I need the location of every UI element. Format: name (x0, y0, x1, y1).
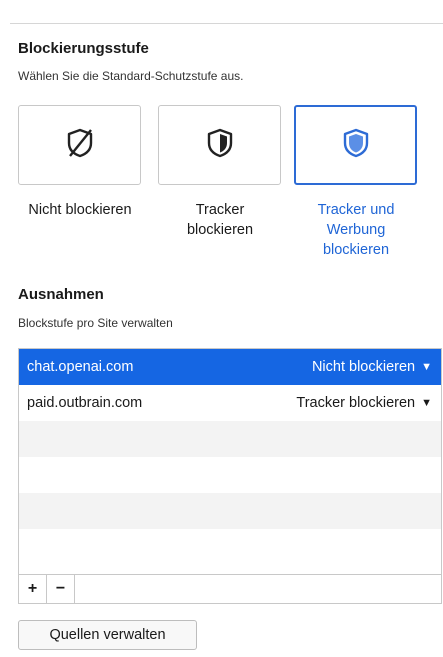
chevron-down-icon: ▼ (421, 397, 432, 409)
manage-sources-button[interactable]: Quellen verwalten (18, 620, 197, 650)
level-option-trackers[interactable] (158, 105, 281, 185)
level-dropdown[interactable]: Nicht blockieren ▼ (312, 359, 432, 375)
site-name: chat.openai.com (27, 359, 134, 375)
list-item[interactable]: paid.outbrain.com Tracker blockieren ▼ (19, 385, 441, 421)
empty-row (19, 493, 441, 529)
list-toolbar: + − (19, 574, 441, 603)
level-value: Tracker blockieren (296, 395, 416, 411)
list-item[interactable]: chat.openai.com Nicht blockieren ▼ (19, 349, 441, 385)
level-value: Nicht blockieren (311, 359, 416, 375)
shield-full-icon (336, 123, 376, 168)
empty-row (19, 457, 441, 493)
chevron-down-icon: ▼ (421, 361, 432, 373)
blocking-level-description: Wählen Sie die Standard-Schutzstufe aus. (18, 69, 244, 83)
empty-row (19, 529, 441, 565)
top-divider (10, 23, 443, 24)
level-label-none: Nicht blockieren (28, 202, 132, 218)
empty-row (19, 421, 441, 457)
add-button[interactable]: + (19, 575, 47, 603)
level-option-trackers-ads[interactable] (294, 105, 417, 185)
level-dropdown[interactable]: Tracker blockieren ▼ (296, 395, 432, 411)
blocking-level-heading: Blockierungsstufe (18, 40, 149, 57)
exceptions-heading: Ausnahmen (18, 286, 104, 303)
shield-slash-icon (60, 123, 100, 168)
shield-half-icon (200, 123, 240, 168)
exceptions-description: Blockstufe pro Site verwalten (18, 316, 173, 330)
level-option-none[interactable] (18, 105, 141, 185)
exceptions-list[interactable]: chat.openai.com Nicht blockieren ▼ paid.… (18, 348, 442, 604)
remove-button[interactable]: − (47, 575, 75, 603)
site-name: paid.outbrain.com (27, 395, 143, 411)
level-label-trackers: Tracker blockieren (186, 202, 254, 238)
level-label-trackers-ads: Tracker und Werbung blockieren (317, 202, 395, 258)
